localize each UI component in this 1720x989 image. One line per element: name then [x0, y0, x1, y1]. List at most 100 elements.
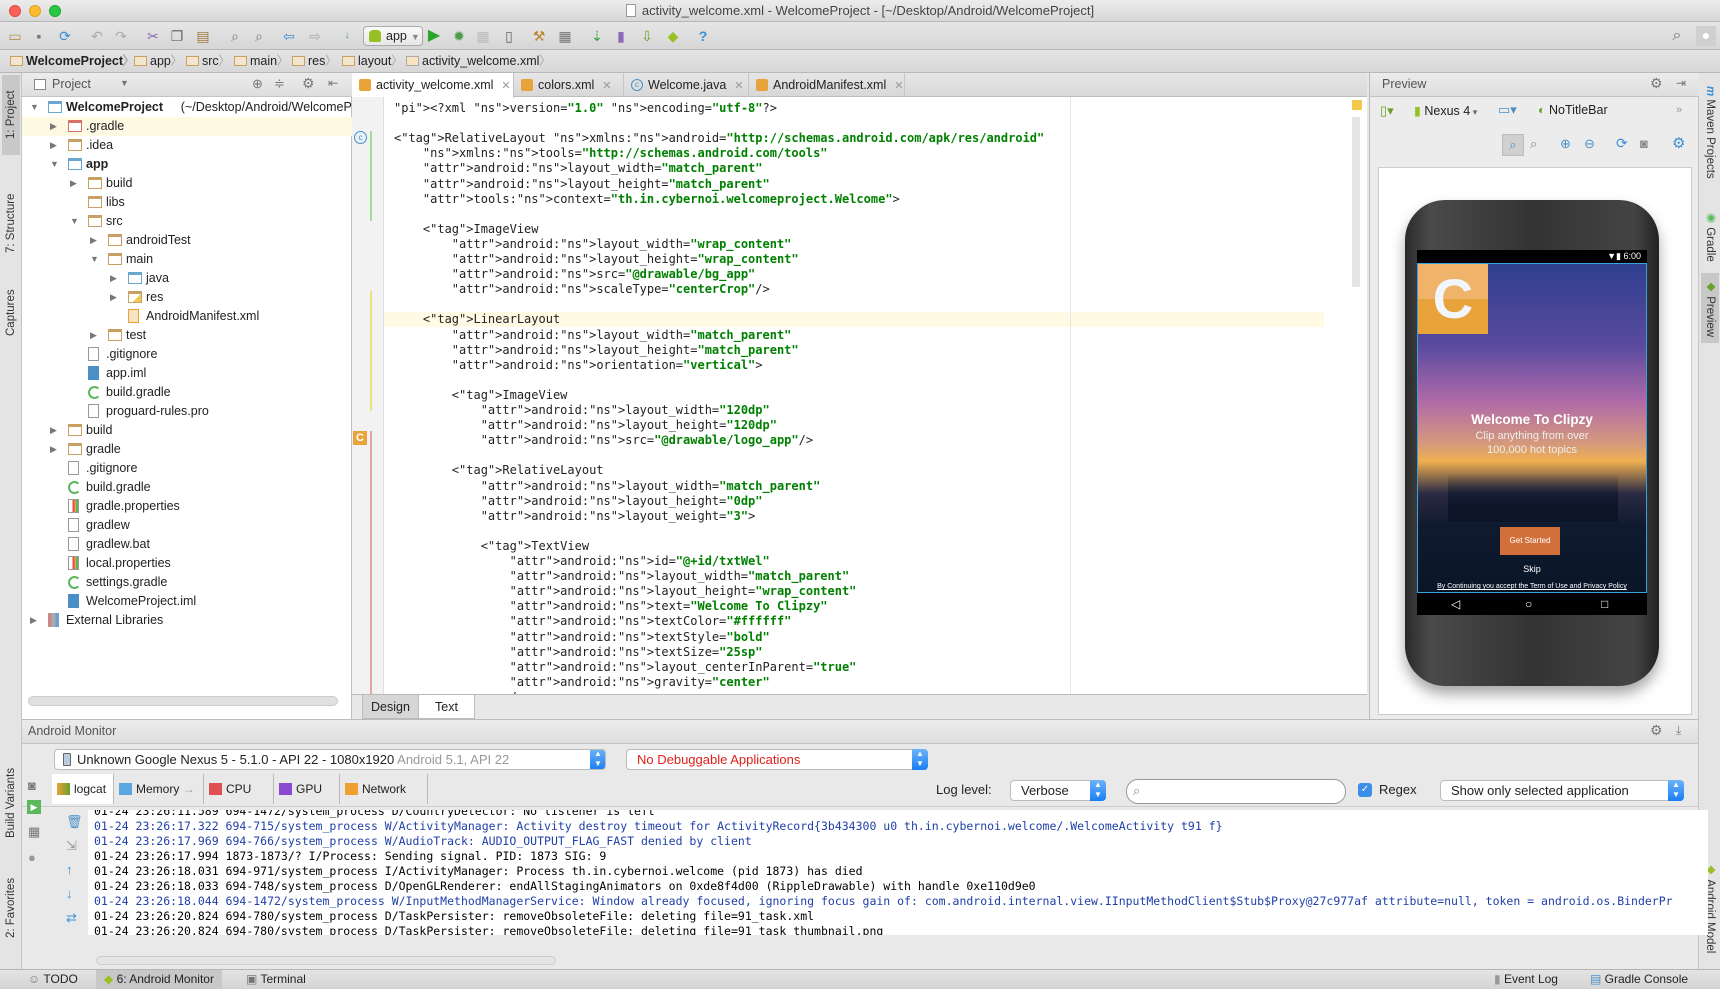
user-icon[interactable]: ●: [1696, 26, 1716, 46]
collapse-all-icon[interactable]: ≑: [274, 76, 285, 92]
zoom-out-icon[interactable]: ⊖: [1584, 136, 1595, 152]
orientation-icon[interactable]: ▭▾: [1498, 102, 1517, 118]
tree-item[interactable]: settings.gradle: [22, 573, 352, 592]
device-select[interactable]: Unknown Google Nexus 5 - 5.1.0 - API 22 …: [54, 749, 606, 770]
tree-item[interactable]: .gitignore: [22, 459, 352, 478]
breadcrumb-item[interactable]: layout 〉: [340, 53, 403, 70]
tree-item[interactable]: .gitignore: [22, 345, 352, 364]
skip-link[interactable]: Skip: [1418, 564, 1646, 574]
log-level-select[interactable]: Verbose ▲ ▼: [1010, 780, 1106, 801]
tool-tab-preview[interactable]: ◆ Preview: [1701, 273, 1719, 343]
tree-item[interactable]: ▼ WelcomeProject (~/Desktop/Android/Welco…: [22, 98, 356, 117]
back-icon[interactable]: ⇦: [280, 27, 298, 45]
run-config-select[interactable]: app ▼: [363, 26, 423, 46]
tab-design[interactable]: Design: [362, 695, 419, 719]
tree-item[interactable]: build.gradle: [22, 478, 352, 497]
clear-log-icon[interactable]: 🗑: [66, 814, 83, 830]
log-search-field[interactable]: ⌕: [1126, 779, 1346, 804]
hide-panel-icon[interactable]: ⇥: [1676, 76, 1686, 90]
tree-item[interactable]: ▶ test: [22, 326, 352, 345]
inspection-status-icon[interactable]: [1352, 100, 1362, 110]
debug-icon[interactable]: ✹: [450, 27, 468, 45]
breadcrumb-item[interactable]: WelcomeProject 〉: [8, 53, 135, 70]
tree-item[interactable]: AndroidManifest.xml: [22, 307, 352, 326]
more-icon[interactable]: »: [1676, 104, 1682, 116]
redo-icon[interactable]: ↷: [112, 27, 130, 45]
maximize-window-button[interactable]: [49, 5, 61, 17]
breadcrumb-item[interactable]: main 〉: [232, 53, 289, 70]
gear-icon[interactable]: ⚙: [1650, 722, 1663, 739]
find-icon[interactable]: ⌕: [226, 27, 244, 45]
replace-icon[interactable]: ⌕: [250, 27, 268, 45]
sdk-manager-icon[interactable]: ▦: [556, 27, 574, 45]
tab-logcat[interactable]: logcat: [52, 774, 114, 804]
gear-icon[interactable]: ⚙: [1650, 75, 1663, 92]
zoom-fit-icon[interactable]: ⌕: [1502, 134, 1524, 156]
close-window-button[interactable]: [9, 5, 21, 17]
collapsed-arrow-icon[interactable]: ▶: [30, 611, 40, 630]
run-icon[interactable]: ▶: [27, 800, 41, 814]
process-select[interactable]: No Debuggable Applications ▲ ▼: [626, 749, 928, 770]
tree-item[interactable]: gradlew: [22, 516, 352, 535]
soft-wrap-icon[interactable]: ⇄: [66, 910, 77, 926]
tree-item[interactable]: gradlew.bat: [22, 535, 352, 554]
expanded-arrow-icon[interactable]: ▼: [90, 250, 100, 269]
hide-panel-icon[interactable]: ⤓: [1676, 723, 1681, 738]
tab-network[interactable]: Network →: [340, 774, 428, 826]
tree-item[interactable]: ▼ main: [22, 250, 352, 269]
breadcrumb-item[interactable]: activity_welcome.xml 〉: [404, 53, 551, 70]
project-structure-icon[interactable]: ⚒: [530, 27, 548, 45]
refresh-icon[interactable]: ⟳: [1616, 135, 1628, 152]
search-everywhere-icon[interactable]: ⌕: [1668, 27, 1686, 45]
paste-icon[interactable]: ▤: [194, 27, 212, 45]
device-config-icon[interactable]: ▯▾: [1380, 103, 1394, 119]
tool-tab-structure[interactable]: 7: Structure: [2, 173, 20, 273]
java-class-gutter-icon[interactable]: c: [354, 131, 367, 144]
forward-icon[interactable]: ⇨: [306, 27, 324, 45]
android-icon[interactable]: ◆: [664, 27, 682, 45]
collapsed-arrow-icon[interactable]: ▶: [90, 231, 100, 250]
close-tab-icon[interactable]: ✕: [501, 80, 510, 92]
tree-item[interactable]: ▼ app: [22, 155, 352, 174]
breadcrumb-item[interactable]: app 〉: [132, 53, 183, 70]
tool-tab-build-variants[interactable]: Build Variants: [2, 753, 20, 853]
expanded-arrow-icon[interactable]: ▼: [30, 98, 40, 117]
cut-icon[interactable]: ✂: [144, 27, 162, 45]
stop-icon[interactable]: ●: [28, 850, 36, 865]
todo-tab[interactable]: ☺ TODO: [28, 970, 78, 989]
android-monitor-tab[interactable]: ◆ 6: Android Monitor: [96, 970, 222, 989]
collapsed-arrow-icon[interactable]: ▶: [50, 440, 60, 459]
tool-tab-captures[interactable]: Captures: [2, 273, 20, 353]
tree-item[interactable]: ▶ androidTest: [22, 231, 352, 250]
get-started-button[interactable]: Get Started: [1500, 527, 1560, 555]
sync-gradle-icon[interactable]: ⇣: [588, 27, 606, 45]
collapsed-arrow-icon[interactable]: ▶: [110, 269, 120, 288]
collapsed-arrow-icon[interactable]: ▶: [90, 326, 100, 345]
minimize-window-button[interactable]: [29, 5, 41, 17]
tree-item[interactable]: ▶ res: [22, 288, 352, 307]
terms-text[interactable]: By Continuing you accept the Term of Use…: [1418, 583, 1646, 590]
tree-item[interactable]: proguard-rules.pro: [22, 402, 352, 421]
sync-icon[interactable]: ⟳: [56, 27, 74, 45]
close-tab-icon[interactable]: ✕: [894, 80, 903, 92]
tab-text[interactable]: Text: [418, 695, 475, 719]
tree-item[interactable]: ▶ .idea: [22, 136, 352, 155]
copy-icon[interactable]: ❐: [168, 27, 186, 45]
logo-gutter-icon[interactable]: C: [353, 431, 367, 445]
close-tab-icon[interactable]: ✕: [602, 80, 611, 92]
tree-item[interactable]: ▼ src: [22, 212, 352, 231]
hide-panel-icon[interactable]: ⇤: [328, 76, 338, 90]
breadcrumb-item[interactable]: res 〉: [290, 53, 337, 70]
scroll-from-source-icon[interactable]: ⊕: [252, 76, 263, 92]
tab-memory[interactable]: Memory →: [114, 774, 204, 804]
tool-tab-gradle[interactable]: ◉ Gradle: [1701, 201, 1719, 271]
close-tab-icon[interactable]: ✕: [734, 80, 743, 92]
device-select[interactable]: ▮ Nexus 4 ▾: [1414, 103, 1477, 118]
zoom-actual-icon[interactable]: ⌕: [1530, 136, 1537, 152]
tree-item[interactable]: build.gradle: [22, 383, 352, 402]
save-icon[interactable]: ▪: [30, 27, 48, 45]
up-icon[interactable]: ↑: [66, 862, 73, 877]
event-log-tab[interactable]: ▮ Event Log: [1494, 970, 1558, 989]
help-icon[interactable]: ?: [694, 27, 712, 45]
breadcrumb-item[interactable]: src 〉: [184, 53, 231, 70]
